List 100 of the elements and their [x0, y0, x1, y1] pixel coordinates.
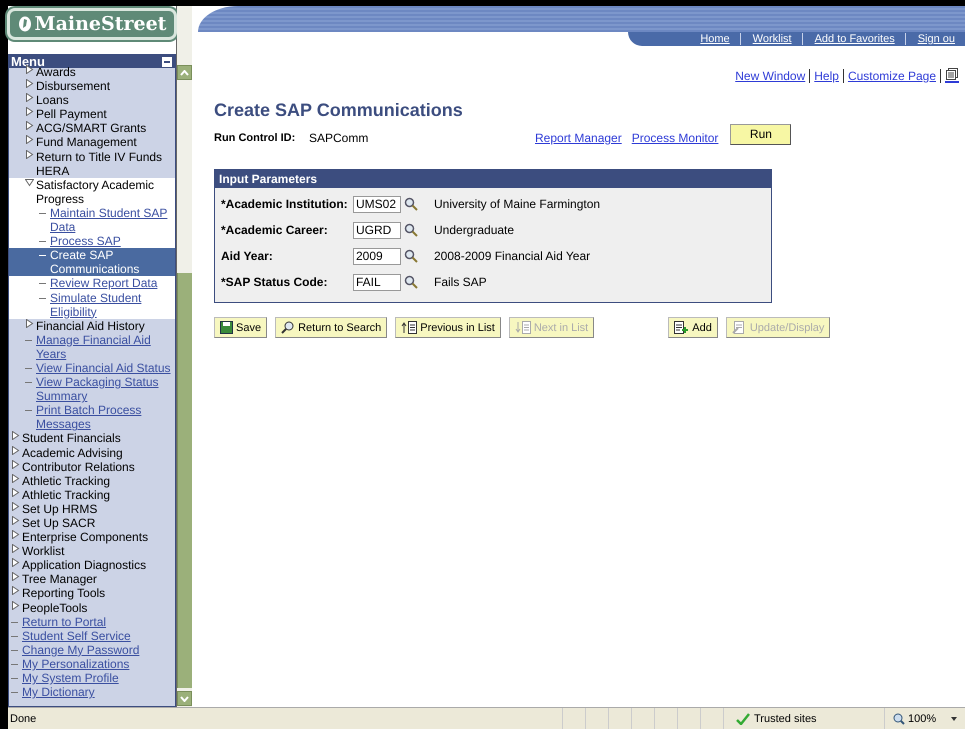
triangle-right-icon[interactable] — [11, 516, 20, 525]
menu-link[interactable]: Change My Password — [22, 642, 140, 657]
triangle-right-icon[interactable] — [11, 446, 20, 455]
toolbar-button[interactable]: Previous in List — [395, 317, 501, 338]
menu-folder[interactable]: Contributor Relations — [22, 460, 135, 474]
input-field[interactable]: UMS02 — [353, 196, 401, 212]
triangle-right-icon[interactable] — [11, 488, 20, 497]
nav-link[interactable]: Worklist — [740, 33, 802, 45]
menu-link[interactable]: My System Profile — [22, 671, 119, 686]
menu-folder[interactable]: Fund Management — [36, 135, 137, 150]
triangle-right-icon[interactable] — [11, 474, 20, 483]
toolbar-button[interactable]: Add — [668, 317, 718, 338]
menu-folder[interactable]: Athletic Tracking — [22, 488, 110, 502]
menu-link[interactable]: My Dictionary — [22, 685, 95, 700]
nav-link[interactable]: Home — [688, 33, 740, 45]
caret-up-icon — [180, 70, 189, 76]
menu-folder[interactable]: Worklist — [22, 544, 64, 558]
triangle-right-icon[interactable] — [25, 318, 34, 328]
menu-folder[interactable]: Loans — [36, 93, 69, 108]
zoom-icon[interactable] — [893, 712, 905, 724]
checkmark-icon — [736, 712, 750, 724]
triangle-right-icon[interactable] — [25, 65, 34, 74]
menu-folder[interactable]: Reporting Tools — [22, 586, 106, 601]
process-link[interactable]: Process Monitor — [632, 131, 718, 145]
triangle-right-icon[interactable] — [25, 121, 34, 130]
menu-folder[interactable]: Set Up HRMS — [22, 502, 98, 516]
menu-folder[interactable]: Awards — [36, 65, 76, 80]
nav-link[interactable]: Add to Favorites — [802, 33, 905, 45]
triangle-right-icon[interactable] — [11, 572, 20, 582]
scroll-down-button[interactable] — [177, 691, 192, 706]
triangle-right-icon[interactable] — [25, 135, 34, 144]
triangle-right-icon[interactable] — [25, 150, 34, 159]
page-link[interactable]: New Window — [735, 69, 806, 83]
triangle-right-icon[interactable] — [25, 93, 34, 102]
run-button[interactable]: Run — [730, 124, 792, 144]
menu-folder[interactable]: Set Up SACR — [22, 516, 96, 530]
search-icon[interactable] — [404, 249, 418, 263]
triangle-right-icon[interactable] — [11, 600, 20, 610]
menu-link[interactable]: Manage Financial Aid Years — [36, 332, 175, 361]
scroll-thumb[interactable] — [177, 273, 192, 688]
triangle-right-icon[interactable] — [11, 558, 20, 568]
menu-folder[interactable]: Athletic Tracking — [22, 474, 110, 488]
selected-menu-row[interactable]: Create SAP Communications — [9, 248, 175, 276]
menu-folder[interactable]: Financial Aid History — [36, 318, 145, 333]
scrollbar[interactable] — [177, 6, 192, 707]
zoom-level[interactable]: 100% — [908, 712, 936, 724]
menu-folder[interactable]: Academic Advising — [22, 446, 123, 460]
triangle-down-icon[interactable] — [25, 178, 34, 187]
menu-link[interactable]: Print Batch Process Messages — [36, 403, 175, 432]
menu-folder[interactable]: ACG/SMART Grants — [36, 121, 146, 136]
menu-link[interactable]: Student Self Service — [22, 628, 131, 643]
triangle-right-icon[interactable] — [11, 460, 20, 469]
triangle-right-icon[interactable] — [25, 107, 34, 116]
nav-link[interactable]: Sign ou — [904, 33, 965, 45]
document-icon[interactable] — [945, 68, 959, 84]
menu-folder[interactable]: Student Financials — [22, 431, 121, 446]
scroll-up-button[interactable] — [177, 65, 192, 80]
triangle-right-icon[interactable] — [25, 79, 34, 88]
menu-folder[interactable]: Pell Payment — [36, 107, 107, 122]
toolbar-button[interactable]: Save — [214, 317, 268, 338]
input-field[interactable]: 2009 — [353, 248, 401, 264]
document-plus-icon — [674, 321, 690, 334]
menu-folder[interactable]: PeopleTools — [22, 600, 88, 615]
caret-down-icon[interactable] — [951, 716, 958, 720]
menu-folder[interactable]: Enterprise Components — [22, 530, 148, 544]
menu-folder[interactable]: Application Diagnostics — [22, 558, 146, 572]
process-link[interactable]: Report Manager — [535, 131, 622, 145]
run-control-value: SAPComm — [309, 131, 370, 145]
menu-link[interactable]: Return to Portal — [22, 614, 106, 629]
triangle-right-icon[interactable] — [11, 544, 20, 554]
menu-folder[interactable]: Return to Title IV Funds HERA — [36, 150, 175, 178]
toolbar-button[interactable]: Return to Search — [275, 317, 388, 338]
field-description: University of Maine Farmington — [434, 197, 600, 211]
search-icon[interactable] — [404, 197, 418, 211]
triangle-right-icon[interactable] — [11, 586, 20, 596]
dash-icon — [11, 636, 18, 637]
menu-link[interactable]: View Packaging Status Summary — [36, 375, 175, 404]
triangle-right-icon[interactable] — [11, 431, 20, 440]
input-field[interactable]: FAIL — [353, 274, 401, 290]
search-icon[interactable] — [404, 275, 418, 289]
arrow-down-list-icon — [514, 321, 531, 334]
menu-link[interactable]: View Financial Aid Status — [36, 360, 171, 376]
dash-icon — [39, 283, 46, 284]
search-icon[interactable] — [404, 223, 418, 237]
status-text: Done — [9, 712, 38, 724]
logo[interactable]: MaineStreet — [6, 8, 178, 40]
page-link[interactable]: Customize Page — [848, 69, 936, 83]
field-description: 2008-2009 Financial Aid Year — [434, 249, 590, 263]
triangle-right-icon[interactable] — [11, 530, 20, 540]
dash-icon — [11, 678, 18, 680]
menu-link[interactable]: My Personalizations — [22, 656, 130, 672]
menu-folder[interactable]: Disbursement — [36, 79, 110, 94]
page-link[interactable]: Help — [814, 69, 839, 83]
triangle-right-icon[interactable] — [11, 502, 20, 511]
caret-down-icon — [180, 696, 189, 702]
input-field[interactable]: UGRD — [353, 222, 401, 238]
menu-folder[interactable]: Tree Manager — [22, 572, 97, 586]
menu-link[interactable]: Create SAP Communications — [50, 248, 175, 276]
collapse-icon[interactable] — [162, 56, 172, 66]
dash-icon — [11, 622, 18, 623]
